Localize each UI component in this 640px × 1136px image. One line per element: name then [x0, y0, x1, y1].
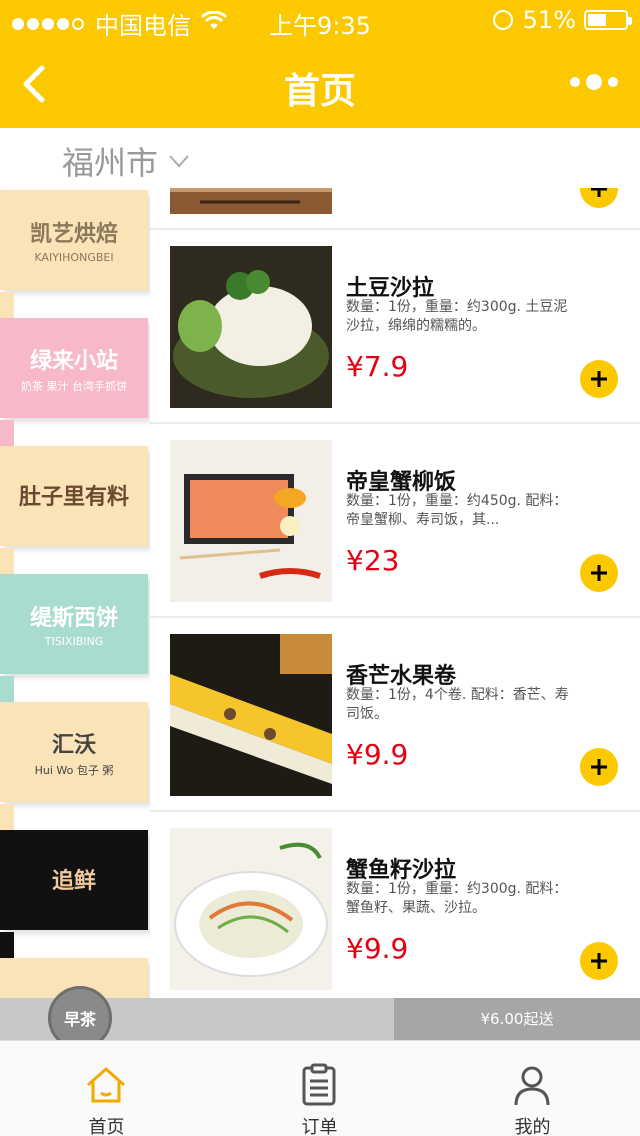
- product-price: ¥23: [346, 544, 400, 577]
- plus-icon: [591, 188, 607, 197]
- divider: [150, 810, 640, 812]
- tab-bar: 首页 订单 我的: [0, 1040, 640, 1136]
- shop-name: 凯艺烘焙: [29, 222, 118, 247]
- shop-item[interactable]: 追鲜: [0, 830, 148, 930]
- more-button[interactable]: [564, 74, 618, 90]
- add-to-cart-button[interactable]: [580, 942, 618, 980]
- product-description: 数量：1份，重量：约450g. 配料：帝皇蟹柳、寿司饭，其...: [346, 493, 568, 528]
- divider: [150, 422, 640, 424]
- product-list[interactable]: 土豆沙拉 数量：1份，重量：约300g. 土豆泥沙拉，绵绵的糯糯的。 ¥7.9 …: [150, 188, 640, 998]
- add-to-cart-button[interactable]: [580, 748, 618, 786]
- product-image: [170, 634, 332, 796]
- divider: [150, 616, 640, 618]
- tab-profile[interactable]: 我的: [426, 1041, 639, 1136]
- product-image: [170, 188, 332, 214]
- product-price: ¥9.9: [346, 932, 409, 965]
- more-dots-icon: [570, 77, 580, 87]
- checkout-button[interactable]: ¥6.00起送: [394, 998, 640, 1040]
- battery-fill: [588, 14, 607, 26]
- plus-icon: [591, 565, 607, 581]
- tab-orders[interactable]: 订单: [213, 1041, 426, 1136]
- shop-item[interactable]: 凯艺烘焙 KAIYIHONGBEI: [0, 190, 148, 290]
- more-dots-icon: [608, 77, 618, 87]
- status-right: 51%: [492, 6, 632, 34]
- tab-label: 首页: [88, 1117, 125, 1136]
- shop-sidebar[interactable]: 凯艺烘焙 KAIYIHONGBEI 绿来小站 奶茶 果汁 台湾手抓饼 肚子里有料…: [0, 188, 150, 998]
- add-to-cart-button[interactable]: [580, 554, 618, 592]
- product-description: 数量：1份，4个卷. 配料：香芒、寿司饭。: [346, 687, 569, 722]
- shop-name: 缇斯西饼: [29, 606, 118, 631]
- shop-subtitle: 奶茶 果汁 台湾手抓饼: [21, 379, 127, 393]
- chevron-down-icon: [169, 155, 189, 168]
- tab-label: 我的: [514, 1117, 551, 1136]
- shop-name: 绿来小站: [29, 348, 118, 374]
- shop-item[interactable]: 汇沃 Hui Wo 包子 粥: [0, 702, 148, 802]
- shop-name: 肚子里有料: [18, 484, 129, 510]
- shop-name: 追鲜: [51, 868, 96, 894]
- rotation-lock-icon: [492, 10, 513, 30]
- product-price: ¥7.9: [346, 350, 409, 383]
- product-image: [170, 828, 332, 990]
- city-name: 福州市: [62, 144, 159, 182]
- product-image: [170, 246, 332, 408]
- plus-icon: [591, 759, 607, 775]
- add-to-cart-button[interactable]: [580, 360, 618, 398]
- tab-home[interactable]: 首页: [0, 1041, 213, 1136]
- shop-subtitle: KAIYIHONGBEI: [34, 251, 114, 264]
- tab-label: 订单: [301, 1117, 338, 1136]
- product-description: 数量：1份，重量：约300g. 配料：蟹鱼籽、果蔬、沙拉。: [346, 881, 568, 916]
- battery-percent: 51%: [522, 6, 576, 34]
- product-image: [170, 440, 332, 602]
- shop-subtitle: Hui Wo 包子 粥: [34, 763, 114, 777]
- product-price: ¥9.9: [346, 738, 409, 771]
- city-bar: 福州市: [0, 128, 640, 188]
- shop-item[interactable]: 肚子里有料: [0, 446, 148, 546]
- shop-item[interactable]: 绿来小站 奶茶 果汁 台湾手抓饼: [0, 318, 148, 418]
- user-icon: [514, 1066, 550, 1106]
- navigation-bar: 首页: [0, 40, 640, 128]
- status-bar: 中国电信 上午9:35 51%: [0, 0, 640, 40]
- home-icon: [87, 1067, 125, 1103]
- divider: [150, 228, 640, 230]
- product-description: 数量：1份，重量：约300g. 土豆泥沙拉，绵绵的糯糯的。: [346, 299, 568, 334]
- shop-name: 汇沃: [51, 732, 96, 758]
- more-dots-icon: [586, 74, 602, 90]
- shop-item[interactable]: 缇斯西饼 TISIXIBING: [0, 574, 148, 674]
- order-list-icon: [302, 1063, 336, 1106]
- battery-icon: [584, 10, 632, 30]
- plus-icon: [591, 371, 607, 387]
- city-selector[interactable]: 福州市: [62, 138, 190, 184]
- cart-icon-label: 早茶: [63, 1010, 96, 1029]
- page-title: 首页: [283, 71, 356, 112]
- plus-icon: [591, 953, 607, 969]
- shop-subtitle: TISIXIBING: [44, 635, 104, 648]
- add-to-cart-button[interactable]: [580, 188, 618, 208]
